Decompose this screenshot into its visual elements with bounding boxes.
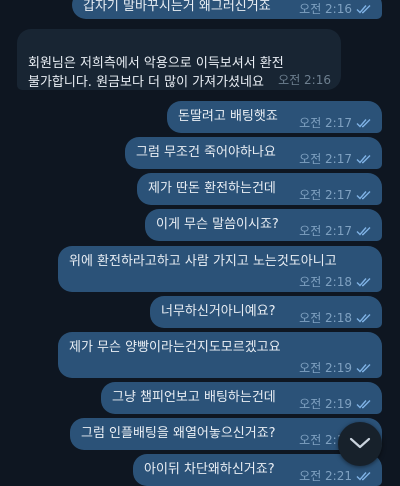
message-bubble[interactable]: 그럼 무조건 죽어야하나요 오전 2:17 (125, 137, 382, 169)
message-time: 오전 2:16 (299, 2, 352, 16)
message-time: 오전 2:19 (299, 397, 352, 411)
message-meta: 오전 2:19 (299, 361, 372, 375)
message-time: 오전 2:21 (299, 469, 352, 483)
chevron-down-icon (349, 435, 371, 454)
message-time: 오전 2:17 (299, 224, 352, 238)
message-bubble[interactable]: 돈딸려고 배팅햇죠 오전 2:17 (167, 101, 382, 133)
message-bubble[interactable]: 제가 딴돈 환전하는건데 오전 2:17 (137, 173, 382, 205)
message-meta: 오전 2:17 (299, 224, 372, 238)
message-meta: 오전 2:21 (299, 469, 372, 483)
message-bubble[interactable]: 그냥 챔피언보고 배팅하는건데 오전 2:19 (101, 382, 382, 414)
message-meta: 오전 2:17 (299, 152, 372, 166)
message-time: 오전 2:17 (299, 188, 352, 202)
message-text: 제가 무슨 양빵이라는건지도모르겠고요 (69, 340, 281, 355)
read-check-icon (356, 154, 372, 164)
read-check-icon (356, 226, 372, 236)
message-meta: 오전 2:19 (299, 397, 372, 411)
message-text: 위에 환전하라고하고 사람 가지고 노는것도아니고 (69, 254, 337, 269)
message-bubble[interactable]: 갑자기 말바꾸시는거 왜그러신거죠 오전 2:16 (72, 0, 382, 19)
scroll-to-bottom-button[interactable] (338, 422, 382, 466)
message-bubble[interactable]: 회원님은 저희측에서 악용으로 이득보셔서 환전 불가합니다. 원금보다 더 많… (17, 29, 341, 90)
message-bubble[interactable]: 그럼 인플배팅을 왜열어놓으신거죠? 오전 2:19 (70, 418, 382, 450)
message-time: 오전 2:19 (299, 361, 352, 375)
message-meta: 오전 2:16 (299, 2, 372, 16)
read-check-icon (356, 399, 372, 409)
chat-area: 갑자기 말바꾸시는거 왜그러신거죠 오전 2:16 회원님은 저희측에서 악용으… (0, 0, 400, 486)
message-meta: 오전 2:18 (299, 275, 372, 289)
message-time: 오전 2:18 (299, 275, 352, 289)
message-meta: 오전 2:17 (299, 116, 372, 130)
message-meta: 오전 2:17 (299, 188, 372, 202)
read-check-icon (356, 4, 372, 14)
message-bubble[interactable]: 너무하신거아니예요? 오전 2:18 (150, 296, 382, 328)
read-check-icon (356, 363, 372, 373)
read-check-icon (356, 118, 372, 128)
message-time: 오전 2:17 (299, 152, 352, 166)
message-bubble[interactable]: 제가 무슨 양빵이라는건지도모르겠고요 오전 2:19 (58, 332, 382, 378)
read-check-icon (356, 190, 372, 200)
message-bubble[interactable]: 위에 환전하라고하고 사람 가지고 노는것도아니고 오전 2:18 (58, 246, 382, 292)
read-check-icon (356, 277, 372, 287)
message-time: 오전 2:18 (299, 311, 352, 325)
message-bubble[interactable]: 이게 무슨 말씀이시죠? 오전 2:17 (145, 209, 382, 241)
message-meta: 오전 2:18 (299, 311, 372, 325)
message-time: 오전 2:16 (278, 73, 331, 87)
message-time: 오전 2:17 (299, 116, 352, 130)
read-check-icon (356, 313, 372, 323)
message-meta: 오전 2:16 (278, 73, 331, 87)
